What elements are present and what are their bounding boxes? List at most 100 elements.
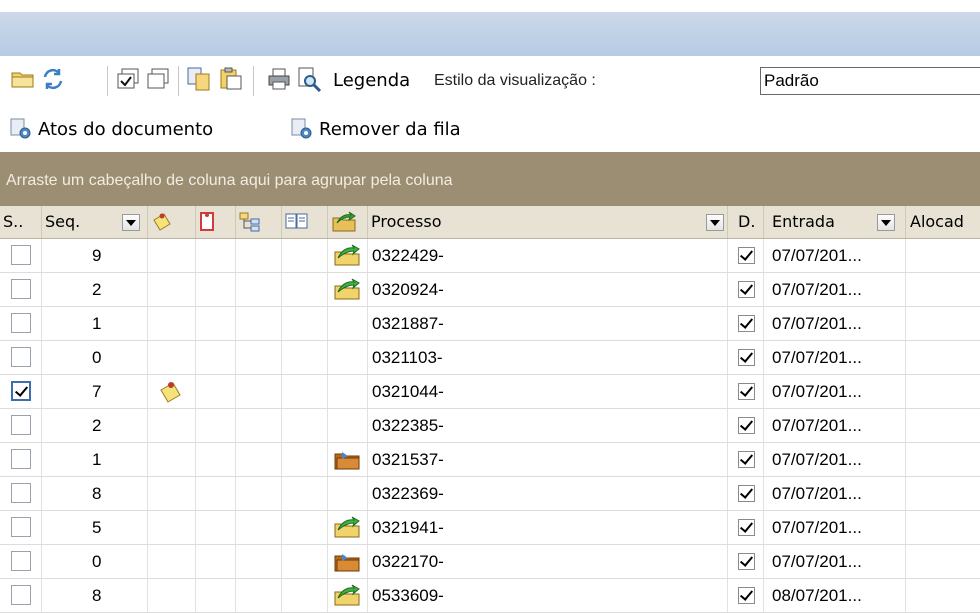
flag-cell[interactable] xyxy=(328,545,368,578)
paste-icon[interactable] xyxy=(218,66,244,92)
row-select-checkbox[interactable] xyxy=(11,313,31,333)
table-row[interactable]: 7 0321044- 07/07/201... xyxy=(0,375,980,409)
d-cell[interactable] xyxy=(728,239,764,272)
process-cell[interactable]: 0321103- xyxy=(368,341,728,374)
note-cell[interactable] xyxy=(148,443,196,476)
flag-cell[interactable] xyxy=(328,341,368,374)
process-cell[interactable]: 0322429- xyxy=(368,239,728,272)
d-checkbox[interactable] xyxy=(738,281,755,298)
column-header-d[interactable]: D. xyxy=(728,206,764,238)
row-select-cell[interactable] xyxy=(0,239,42,272)
d-checkbox[interactable] xyxy=(738,519,755,536)
note-cell[interactable] xyxy=(148,375,196,408)
row-select-cell[interactable] xyxy=(0,511,42,544)
note-cell[interactable] xyxy=(148,477,196,510)
table-row[interactable]: 8 0322369- 07/07/201... xyxy=(0,477,980,511)
process-cell[interactable]: 0322385- xyxy=(368,409,728,442)
document-acts-button[interactable]: Atos do documento xyxy=(10,114,213,144)
d-checkbox[interactable] xyxy=(738,587,755,604)
process-cell[interactable]: 0321044- xyxy=(368,375,728,408)
row-select-cell[interactable] xyxy=(0,273,42,306)
row-select-checkbox[interactable] xyxy=(11,279,31,299)
folder-icon[interactable] xyxy=(10,66,36,92)
column-header-attachment[interactable] xyxy=(196,206,236,238)
d-checkbox[interactable] xyxy=(738,553,755,570)
row-select-checkbox[interactable] xyxy=(11,449,31,469)
row-select-checkbox[interactable] xyxy=(11,517,31,537)
table-row[interactable]: 2 0322385- 07/07/201... xyxy=(0,409,980,443)
row-select-checkbox[interactable] xyxy=(11,483,31,503)
process-cell[interactable]: 0322369- xyxy=(368,477,728,510)
entrada-filter-dropdown[interactable] xyxy=(877,214,895,231)
row-select-cell[interactable] xyxy=(0,409,42,442)
remove-from-queue-button[interactable]: Remover da fila xyxy=(291,114,461,144)
d-cell[interactable] xyxy=(728,545,764,578)
table-row[interactable]: 1 0321537- 07/07/201... xyxy=(0,443,980,477)
row-select-cell[interactable] xyxy=(0,545,42,578)
note-cell[interactable] xyxy=(148,545,196,578)
flag-cell[interactable] xyxy=(328,443,368,476)
note-cell[interactable] xyxy=(148,273,196,306)
d-checkbox[interactable] xyxy=(738,417,755,434)
row-select-cell[interactable] xyxy=(0,443,42,476)
row-select-checkbox[interactable] xyxy=(11,585,31,605)
column-header-note[interactable] xyxy=(148,206,196,238)
d-cell[interactable] xyxy=(728,511,764,544)
d-checkbox[interactable] xyxy=(738,485,755,502)
row-select-cell[interactable] xyxy=(0,307,42,340)
note-cell[interactable] xyxy=(148,409,196,442)
row-select-checkbox[interactable] xyxy=(11,381,31,401)
table-row[interactable]: 1 0321887- 07/07/201... xyxy=(0,307,980,341)
search-document-icon[interactable] xyxy=(296,66,322,92)
row-select-checkbox[interactable] xyxy=(11,551,31,571)
d-checkbox[interactable] xyxy=(738,349,755,366)
refresh-icon[interactable] xyxy=(40,66,66,92)
column-header-compare[interactable] xyxy=(282,206,328,238)
group-by-area[interactable]: Arraste um cabeçalho de coluna aqui para… xyxy=(0,152,980,206)
d-cell[interactable] xyxy=(728,443,764,476)
flag-cell[interactable] xyxy=(328,375,368,408)
d-checkbox[interactable] xyxy=(738,451,755,468)
column-header-hierarchy[interactable] xyxy=(236,206,282,238)
column-header-select[interactable]: S.. xyxy=(0,206,42,238)
uncheck-all-icon[interactable] xyxy=(146,66,172,92)
process-cell[interactable]: 0321537- xyxy=(368,443,728,476)
table-row[interactable]: 0 0322170- 07/07/201... xyxy=(0,545,980,579)
table-row[interactable]: 5 0321941- 07/07/201... xyxy=(0,511,980,545)
process-cell[interactable]: 0321941- xyxy=(368,511,728,544)
flag-cell[interactable] xyxy=(328,239,368,272)
row-select-checkbox[interactable] xyxy=(11,415,31,435)
process-cell[interactable]: 0533609- xyxy=(368,579,728,612)
flag-cell[interactable] xyxy=(328,579,368,612)
note-cell[interactable] xyxy=(148,511,196,544)
d-checkbox[interactable] xyxy=(738,315,755,332)
note-cell[interactable] xyxy=(148,307,196,340)
row-select-cell[interactable] xyxy=(0,341,42,374)
column-header-process[interactable]: Processo xyxy=(368,206,728,238)
note-cell[interactable] xyxy=(148,579,196,612)
d-cell[interactable] xyxy=(728,307,764,340)
note-cell[interactable] xyxy=(148,239,196,272)
table-row[interactable]: 0 0321103- 07/07/201... xyxy=(0,341,980,375)
d-cell[interactable] xyxy=(728,477,764,510)
row-select-cell[interactable] xyxy=(0,579,42,612)
process-cell[interactable]: 0322170- xyxy=(368,545,728,578)
process-cell[interactable]: 0321887- xyxy=(368,307,728,340)
copy-icon[interactable] xyxy=(186,66,212,92)
table-row[interactable]: 9 0322429- 07/07/201... xyxy=(0,239,980,273)
row-select-checkbox[interactable] xyxy=(11,347,31,367)
d-cell[interactable] xyxy=(728,375,764,408)
flag-cell[interactable] xyxy=(328,307,368,340)
table-row[interactable]: 2 0320924- 07/07/201... xyxy=(0,273,980,307)
column-header-flag[interactable] xyxy=(328,206,368,238)
legend-button[interactable]: Legenda xyxy=(333,56,410,106)
d-checkbox[interactable] xyxy=(738,383,755,400)
process-cell[interactable]: 0320924- xyxy=(368,273,728,306)
d-cell[interactable] xyxy=(728,409,764,442)
column-header-alocado[interactable]: Alocad xyxy=(906,206,980,238)
process-filter-dropdown[interactable] xyxy=(706,214,724,231)
seq-filter-dropdown[interactable] xyxy=(122,214,140,231)
flag-cell[interactable] xyxy=(328,511,368,544)
d-cell[interactable] xyxy=(728,341,764,374)
row-select-cell[interactable] xyxy=(0,375,42,408)
